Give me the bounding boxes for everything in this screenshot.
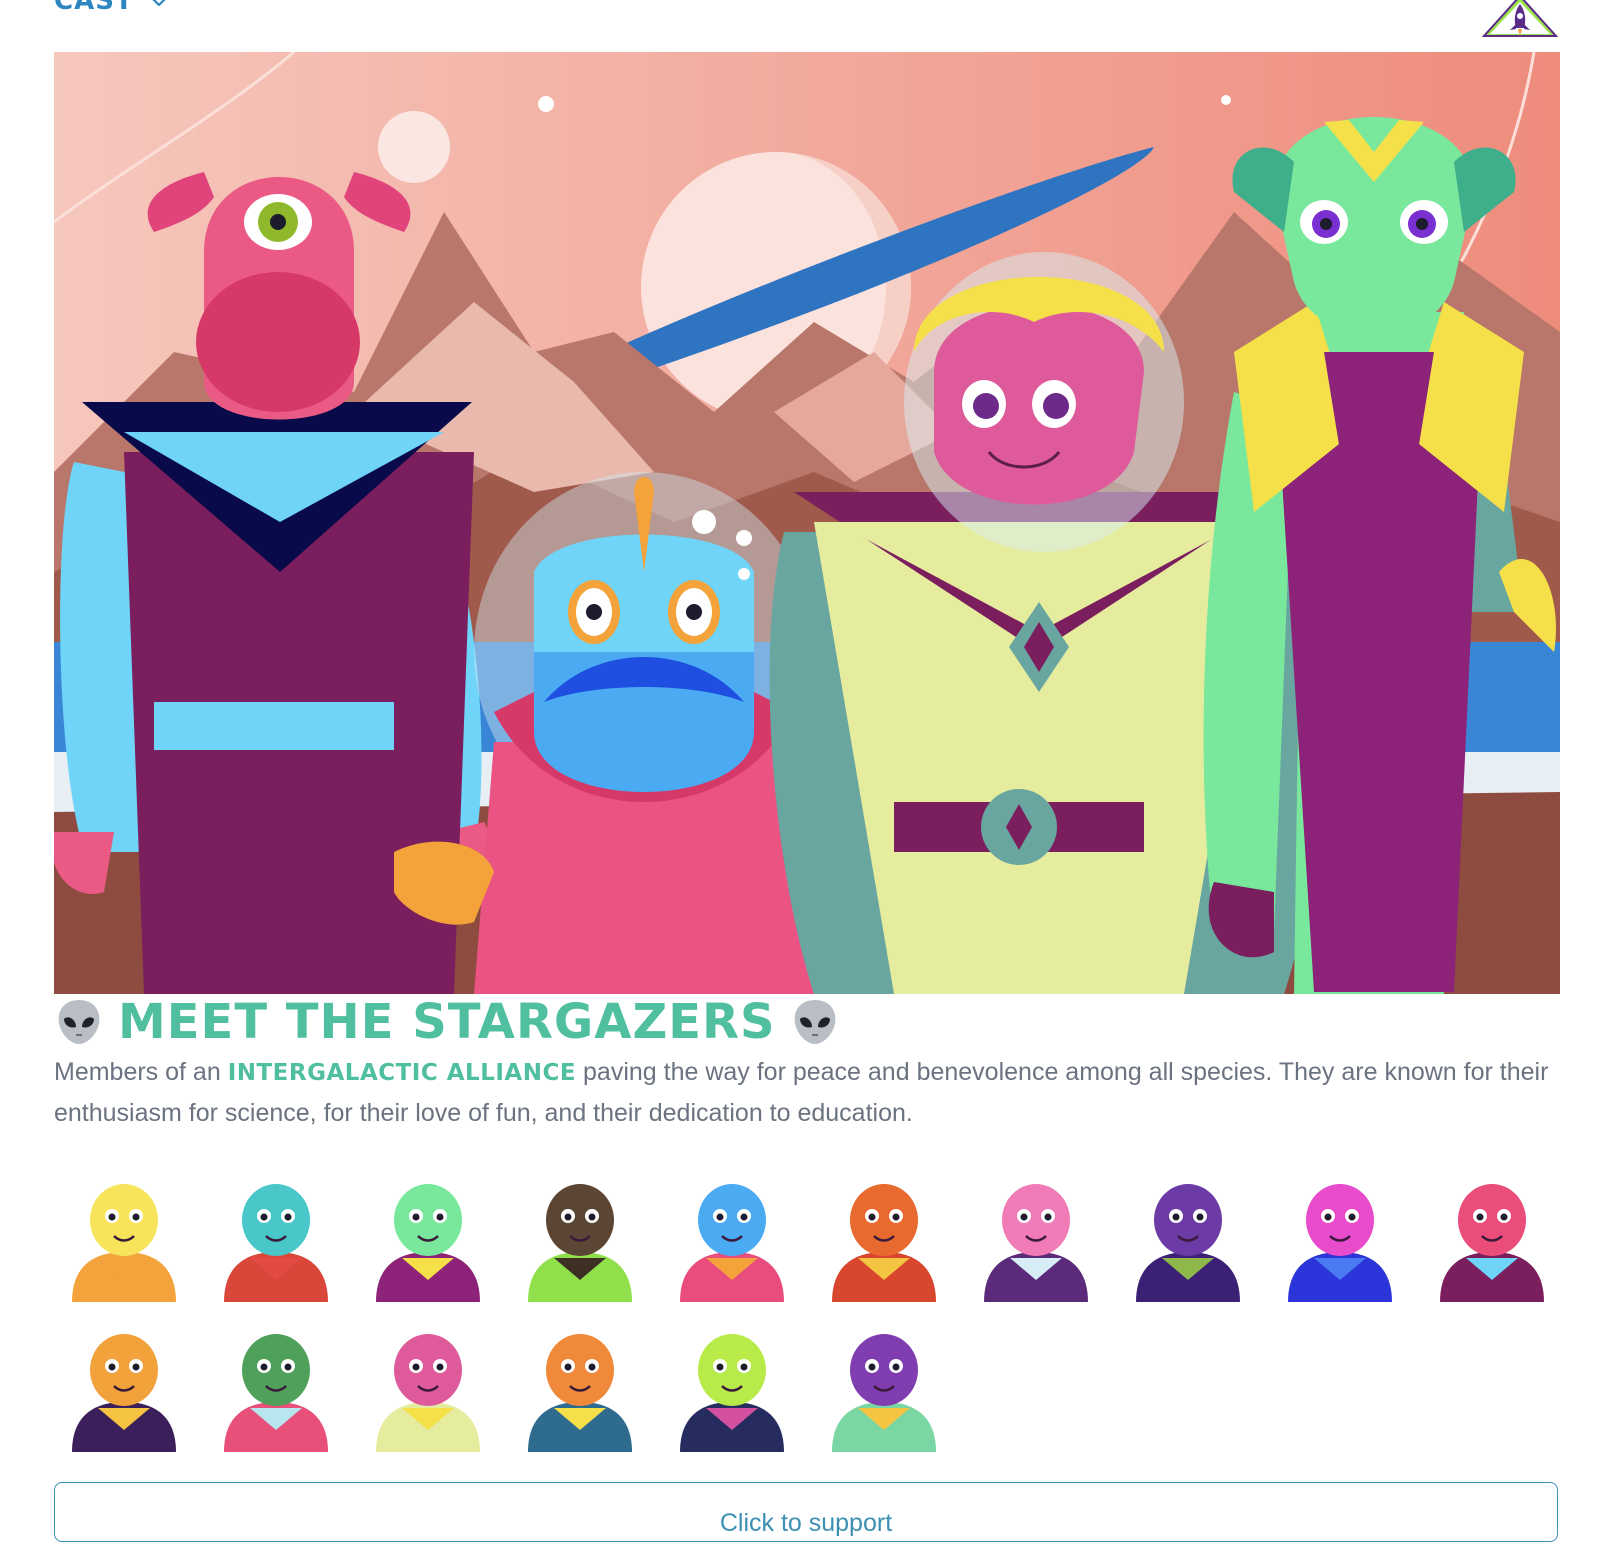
section-heading: MEET THE STARGAZERS <box>54 992 840 1052</box>
lime-bubble-alien-avatar[interactable] <box>662 1322 802 1452</box>
orange-visor-alien-avatar-graphic <box>832 1184 936 1302</box>
orange-stalk-alien-avatar-graphic <box>528 1334 632 1452</box>
brown-hat-alien-avatar[interactable] <box>510 1172 650 1302</box>
purple-furry-alien-avatar-graphic <box>1136 1184 1240 1302</box>
section-title: MEET THE STARGAZERS <box>118 994 776 1050</box>
blue-fish-alien-avatar[interactable] <box>662 1172 802 1302</box>
rocket-badge-logo[interactable] <box>1480 0 1560 38</box>
intergalactic-alliance-highlight[interactable]: INTERGALACTIC ALLIANCE <box>228 1060 576 1086</box>
green-lady-alien-avatar[interactable] <box>358 1172 498 1302</box>
blond-helmet-alien-avatar-graphic <box>376 1334 480 1452</box>
blond-helmet-alien-avatar[interactable] <box>358 1322 498 1452</box>
pink-jar-alien-avatar[interactable] <box>966 1172 1106 1302</box>
alien-face-emoji <box>794 1000 835 1044</box>
orange-visor-alien-avatar[interactable] <box>814 1172 954 1302</box>
cyclops-robot-alien-avatar[interactable] <box>206 1172 346 1302</box>
brown-hat-alien-avatar-graphic <box>528 1184 632 1302</box>
purple-striped-alien-avatar[interactable] <box>814 1322 954 1452</box>
green-lady-alien-avatar-graphic <box>376 1184 480 1302</box>
pink-cyclops-alien-avatar-graphic <box>1440 1184 1544 1302</box>
hero-illustration <box>54 52 1560 994</box>
pink-jar-alien-avatar-graphic <box>984 1184 1088 1302</box>
stargazers-group-illustration <box>54 52 1560 994</box>
section-description: Members of an INTERGALACTIC ALLIANCE pav… <box>54 1052 1554 1133</box>
orange-stalk-alien-avatar[interactable] <box>510 1322 650 1452</box>
green-frog-helmet-alien-avatar-graphic <box>224 1334 328 1452</box>
support-button[interactable]: Click to support <box>54 1482 1558 1542</box>
pink-antenna-alien-avatar[interactable] <box>1270 1172 1410 1302</box>
lime-bubble-alien-avatar-graphic <box>680 1334 784 1452</box>
pink-cyclops-alien-avatar[interactable] <box>1422 1172 1562 1302</box>
cast-menu-dropdown[interactable]: CAST <box>54 0 170 16</box>
chevron-down-icon <box>152 0 166 7</box>
yellow-helmet-alien-avatar-graphic <box>72 1184 176 1302</box>
pink-antenna-alien-avatar-graphic <box>1288 1184 1392 1302</box>
orange-trunk-alien-avatar[interactable] <box>54 1322 194 1452</box>
alien-face-emoji <box>58 1000 100 1044</box>
description-text-start: Members of an <box>54 1058 228 1086</box>
top-bar: CAST <box>54 0 1560 48</box>
yellow-helmet-alien-avatar[interactable] <box>54 1172 194 1302</box>
green-frog-helmet-alien-avatar[interactable] <box>206 1322 346 1452</box>
orange-trunk-alien-avatar-graphic <box>72 1334 176 1452</box>
cast-menu-label: CAST <box>54 0 134 16</box>
cyclops-robot-alien-avatar-graphic <box>224 1184 328 1302</box>
purple-furry-alien-avatar[interactable] <box>1118 1172 1258 1302</box>
purple-striped-alien-avatar-graphic <box>832 1334 936 1452</box>
blue-fish-alien-avatar-graphic <box>680 1184 784 1302</box>
